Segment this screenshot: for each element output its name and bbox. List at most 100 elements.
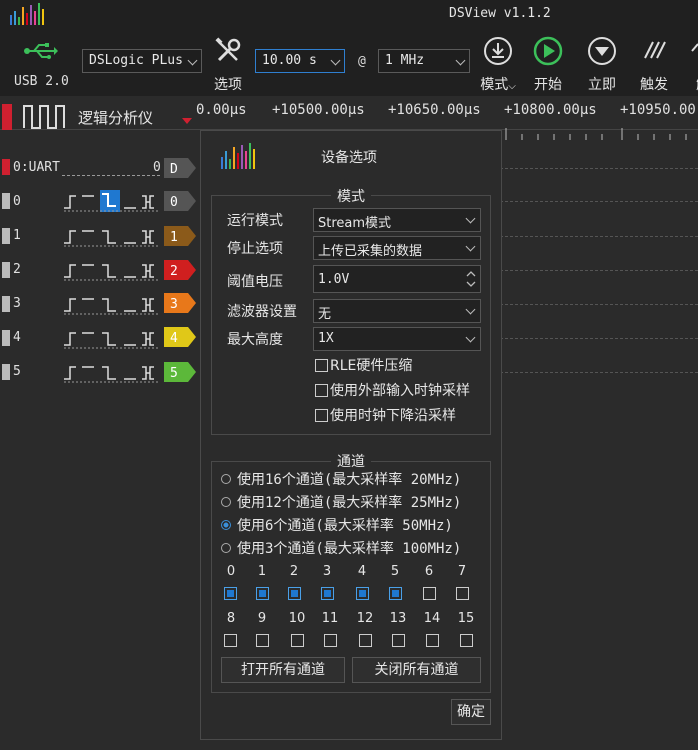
channel-tag[interactable]: 2 [164,260,196,280]
analyzer-label: 逻辑分析仪 [78,109,154,127]
radio-button-selected[interactable] [221,520,231,530]
checkbox-box[interactable] [315,409,328,422]
channel-tag[interactable]: 0 [164,191,196,211]
ruler-tick: +10500.00μs [272,102,365,118]
duration-select[interactable]: 10.00 s [255,49,345,73]
trigger-button[interactable]: 触发 [636,36,672,94]
falling-edge-label: 使用时钟下降沿采样 [330,408,456,424]
radio-12ch[interactable]: 使用12个通道(最大采样率 25MHz) [221,492,461,512]
samplerate-select[interactable]: 1 MHz [378,49,470,73]
max-height-select[interactable]: 1X [313,327,481,351]
channel-label[interactable]: 2 [13,262,21,277]
channel-checkbox-2[interactable] [288,587,301,600]
channel-label[interactable]: 3 [13,296,21,311]
disable-all-channels-button[interactable]: 关闭所有通道 [352,657,481,683]
channel-checkbox-1[interactable] [256,587,269,600]
channel-label[interactable]: 0:UART [13,160,60,175]
channel-checkbox-4[interactable] [356,587,369,600]
stop-option-select[interactable]: 上传已采集的数据 [313,236,481,260]
svg-text:1: 1 [170,230,178,245]
rle-checkbox[interactable]: RLE硬件压缩 [315,355,412,375]
channel-tag[interactable]: 3 [164,293,196,313]
instant-button[interactable]: 立即 [584,36,620,94]
at-symbol: @ [358,54,366,69]
channel-number: 6 [424,564,434,579]
threshold-spinbox[interactable]: 1.0V [313,265,481,293]
radio-button[interactable] [221,543,231,553]
wrench-screwdriver-icon [215,37,241,62]
channel-checkbox-0[interactable] [224,587,237,600]
decode-button[interactable]: 解 [688,36,698,94]
trigger-options-icon[interactable] [62,361,162,383]
radio-button[interactable] [221,497,231,507]
dsview-window: DSView v1.1.2 USB 2.0 DSLogic PLus 选项 10… [0,0,698,750]
channel-checkbox-14[interactable] [426,634,439,647]
options-button[interactable]: 选项 [210,36,246,94]
channel-checkbox-8[interactable] [224,634,237,647]
trigger-label: 触发 [640,77,668,93]
device-select[interactable]: DSLogic PLus [82,49,202,73]
ext-clock-checkbox[interactable]: 使用外部输入时钟采样 [315,380,470,400]
ok-button[interactable]: 确定 [451,699,491,725]
channel-checkbox-6[interactable] [423,587,436,600]
channel-color-marker [2,364,10,380]
run-mode-select[interactable]: Stream模式 [313,208,481,232]
channel-dashline [62,175,160,176]
channel-checkbox-12[interactable] [359,634,372,647]
svg-text:0: 0 [170,195,178,210]
radio-button[interactable] [221,474,231,484]
channel-tag[interactable]: 5 [164,362,196,382]
play-circle-icon [533,36,563,66]
max-height-value: 1X [318,331,334,346]
channel-checkbox-15[interactable] [460,634,473,647]
trigger-options-icon[interactable] [62,293,162,315]
channel-checkbox-3[interactable] [321,587,334,600]
trigger-options-icon[interactable] [62,259,162,281]
channel-label[interactable]: 4 [13,330,21,345]
chevron-down-icon: ⌵ [508,81,516,92]
ruler-tick: +10650.00μs [388,102,481,118]
channel-checkbox-11[interactable] [324,634,337,647]
usb-label: USB 2.0 [14,74,69,89]
radio-16ch[interactable]: 使用16个通道(最大采样率 20MHz) [221,469,461,489]
channel-number: 14 [423,611,441,626]
channel-checkbox-10[interactable] [291,634,304,647]
channel-label[interactable]: 5 [13,364,21,379]
channel-label[interactable]: 1 [13,228,21,243]
filter-value: 无 [318,307,332,322]
chevron-down-icon [465,332,476,343]
channel-label[interactable]: 0 [13,194,21,209]
channel-tag[interactable]: 1 [164,226,196,246]
checkbox-box[interactable] [315,359,328,372]
trigger-options-icon[interactable] [62,190,162,212]
trigger-options-icon[interactable] [62,225,162,247]
channel-checkbox-13[interactable] [392,634,405,647]
radio-6ch[interactable]: 使用6个通道(最大采样率 50MHz) [221,515,453,535]
channel-tag[interactable]: D [164,158,196,178]
start-button[interactable]: 开始 [530,36,566,94]
ext-clock-label: 使用外部输入时钟采样 [330,383,470,399]
checkbox-box[interactable] [315,384,328,397]
stop-option-label: 停止选项 [227,241,283,257]
duration-value: 10.00 s [262,53,317,68]
channel-checkbox-5[interactable] [389,587,402,600]
channel-number: 15 [457,611,475,626]
mode-button[interactable]: 模式⌵ [478,36,518,94]
falling-edge-checkbox[interactable]: 使用时钟下降沿采样 [315,405,456,425]
channel-checkbox-9[interactable] [256,634,269,647]
filter-select[interactable]: 无 [313,299,481,323]
run-mode-label: 运行模式 [227,213,283,229]
start-label: 开始 [534,77,562,93]
run-mode-value: Stream模式 [318,216,392,231]
channel-number: 12 [356,611,374,626]
decode-label: 解 [688,74,698,94]
enable-all-channels-button[interactable]: 打开所有通道 [221,657,345,683]
spin-arrows-icon[interactable] [466,270,476,288]
svg-text:D: D [170,162,178,177]
radio-3ch[interactable]: 使用3个通道(最大采样率 100MHz) [221,538,461,558]
trigger-options-icon[interactable] [62,327,162,349]
channel-tag[interactable]: 4 [164,327,196,347]
channel-color-marker [2,159,10,175]
analyzer-menu-arrow-icon[interactable] [182,118,192,124]
channel-checkbox-7[interactable] [456,587,469,600]
